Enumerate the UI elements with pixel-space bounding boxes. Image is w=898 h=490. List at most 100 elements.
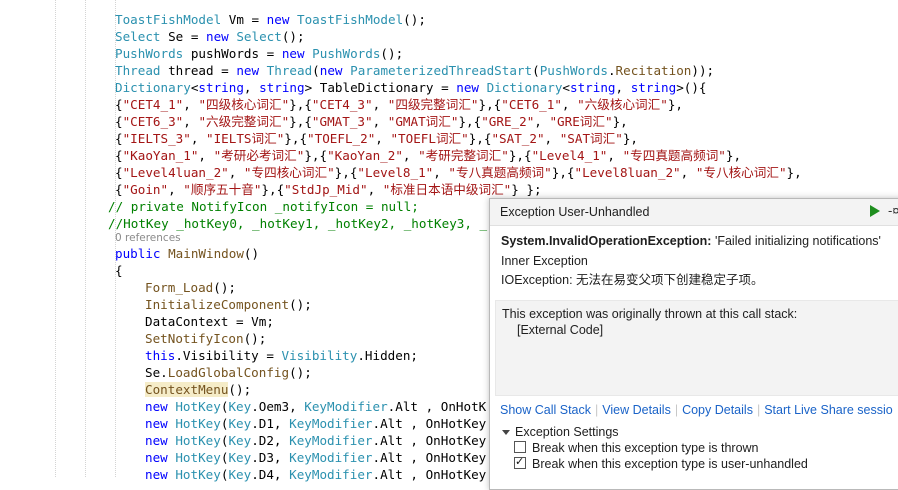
- code-token: ToastFishModel: [297, 12, 404, 27]
- code-token: "CET4_1": [122, 97, 184, 112]
- break-thrown-label: Break when this exception type is thrown: [532, 441, 759, 455]
- code-token: HotKey: [175, 416, 221, 431]
- action-links: Show Call Stack | View Details | Copy Detail…: [500, 403, 893, 417]
- code-token: new: [145, 416, 168, 431]
- code-token: .D3,: [251, 450, 290, 465]
- code-token: //HotKey _hotKey0, _hotKey1, _hotKey2, _…: [108, 216, 488, 231]
- exception-helper-popup: Exception User-Unhandled -¤ System.Inval…: [489, 198, 898, 490]
- code-token: .Hidden;: [357, 348, 418, 363]
- continue-icon[interactable]: [870, 205, 880, 217]
- code-token: },{: [284, 131, 308, 146]
- code-token: "CET6_1": [501, 97, 562, 112]
- code-token: {: [115, 148, 123, 163]
- code-token: },{: [289, 114, 312, 129]
- copy-details-link[interactable]: Copy Details: [682, 403, 753, 417]
- view-details-link[interactable]: View Details: [602, 403, 671, 417]
- break-unhandled-checkbox[interactable]: [514, 455, 526, 469]
- code-token: ,: [375, 131, 391, 146]
- code-token: ,: [243, 80, 260, 95]
- code-token: new: [236, 63, 260, 78]
- code-line: new HotKey(Key.Oem3, KeyModifier.Alt , O…: [145, 398, 486, 415]
- link-separator: |: [756, 403, 761, 417]
- code-line: ContextMenu();: [145, 381, 251, 398]
- code-token: "六级核心词汇": [577, 97, 668, 112]
- code-token: KeyModifier: [289, 450, 373, 465]
- code-line: new HotKey(Key.D1, KeyModifier.Alt , OnH…: [145, 415, 486, 432]
- code-token: KeyModifier: [304, 399, 388, 414]
- references-codelens[interactable]: 0 references: [115, 232, 181, 244]
- code-token: "TOEFL_2": [307, 131, 376, 146]
- code-token: },{: [478, 97, 502, 112]
- code-token: ,: [615, 80, 631, 95]
- code-line: {"KaoYan_1", "考研必考词汇"},{"KaoYan_2", "考研完…: [115, 147, 741, 164]
- code-token: ,: [607, 148, 623, 163]
- code-token: "IELTS_3": [122, 131, 191, 146]
- code-token: .D2,: [251, 433, 290, 448]
- code-token: new: [145, 433, 168, 448]
- break-thrown-checkbox[interactable]: [514, 441, 526, 453]
- code-token: "Level8_1": [357, 165, 434, 180]
- code-token: public: [115, 246, 161, 261]
- code-token: string: [630, 80, 677, 95]
- code-token: "KaoYan_1": [122, 148, 199, 163]
- indent-guide: [85, 0, 87, 477]
- exception-settings-header[interactable]: Exception Settings: [502, 425, 619, 439]
- code-token: ();: [228, 382, 252, 397]
- code-token: >(){: [676, 80, 707, 95]
- code-token: Key: [228, 433, 252, 448]
- code-token: Key: [228, 416, 252, 431]
- indent-guide: [55, 0, 57, 477]
- code-token: Thread: [266, 63, 313, 78]
- code-line: {"Level4luan_2", "专四核心词汇"},{"Level8_1", …: [115, 164, 802, 181]
- code-token: },{: [508, 148, 532, 163]
- code-line: {"Goin", "顺序五十音"},{"StdJp_Mid", "标准日本语中级…: [115, 181, 542, 198]
- code-token: new: [206, 29, 229, 44]
- code-token: "Goin": [122, 182, 169, 197]
- code-token: },: [622, 131, 638, 146]
- code-token: Dictionary: [486, 80, 563, 95]
- code-token: ();: [289, 365, 312, 380]
- code-token: },: [786, 165, 802, 180]
- code-token: KeyModifier: [289, 416, 373, 431]
- code-token: .Alt , OnHotKey: [372, 450, 487, 465]
- code-token: ,: [367, 182, 383, 197]
- code-token: },: [667, 97, 683, 112]
- code-token: {: [115, 263, 123, 278]
- code-line: DataContext = Vm;: [145, 313, 274, 330]
- code-token: LoadGlobalConfig: [167, 365, 290, 380]
- code-token: "Level4luan_2": [122, 165, 229, 180]
- code-token: (): [243, 246, 260, 261]
- code-token: {: [115, 165, 123, 180]
- code-token: } };: [511, 182, 542, 197]
- code-token: ContextMenu: [145, 382, 229, 397]
- code-token: .Visibility =: [175, 348, 282, 363]
- code-token: "SAT词汇": [559, 131, 623, 146]
- code-token: // private NotifyIcon _notifyIcon = null…: [108, 199, 419, 214]
- pin-icon[interactable]: -¤: [888, 203, 898, 218]
- code-token: Thread: [115, 63, 161, 78]
- break-when-unhandled-option[interactable]: Break when this exception type is user-u…: [514, 455, 808, 471]
- code-token: <: [562, 80, 571, 95]
- break-when-thrown-option[interactable]: Break when this exception type is thrown: [514, 441, 759, 455]
- code-token: ));: [691, 63, 715, 78]
- code-token: Key: [228, 467, 252, 482]
- code-token: ,: [372, 97, 388, 112]
- code-line: new HotKey(Key.D3, KeyModifier.Alt , OnH…: [145, 449, 486, 466]
- popup-title: Exception User-Unhandled: [500, 205, 650, 219]
- exception-settings-label: Exception Settings: [515, 425, 619, 439]
- code-token: "GRE词汇": [549, 114, 613, 129]
- code-token: ,: [561, 97, 578, 112]
- start-live-share-link[interactable]: Start Live Share sessio: [764, 403, 893, 417]
- code-token: ();: [289, 297, 312, 312]
- show-call-stack-link[interactable]: Show Call Stack: [500, 403, 591, 417]
- code-token: ,: [544, 131, 560, 146]
- code-token: ,: [433, 165, 449, 180]
- call-stack-box: This exception was originally thrown at …: [495, 300, 898, 396]
- link-separator: |: [595, 403, 599, 417]
- code-token: ,: [402, 148, 419, 163]
